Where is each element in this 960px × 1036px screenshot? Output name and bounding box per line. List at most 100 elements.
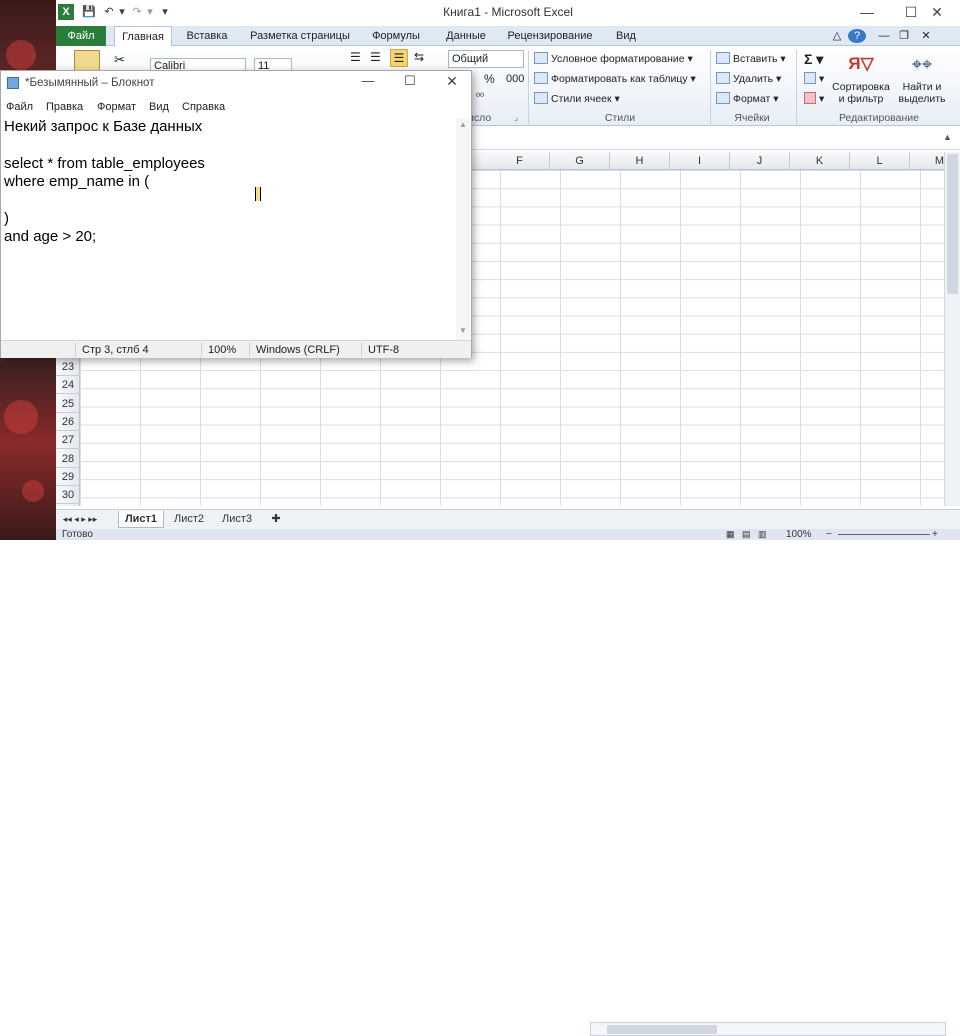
tab-page-layout[interactable]: Разметка страницы [242, 26, 358, 46]
workbook-close-icon[interactable]: ✕ [918, 26, 934, 46]
column-header[interactable]: J [730, 152, 790, 170]
expand-formula-bar-icon[interactable]: ▲ [943, 132, 952, 142]
tab-formulas[interactable]: Формулы [364, 26, 428, 46]
ribbon-tabs: Файл Главная Вставка Разметка страницы Ф… [56, 26, 960, 47]
zoom-level[interactable]: 100% [786, 529, 812, 540]
sort-filter-button[interactable]: Я▽ Сортировка и фильтр [830, 50, 892, 105]
scroll-down-icon[interactable]: ▼ [459, 326, 467, 335]
view-layout-icon[interactable]: ▤ [742, 529, 751, 540]
column-header[interactable]: K [790, 152, 850, 170]
column-header[interactable]: L [850, 152, 910, 170]
binoculars-icon: ⌖⌖ [911, 54, 933, 74]
tab-view[interactable]: Вид [602, 26, 650, 46]
row-header[interactable]: 26 [56, 413, 80, 431]
conditional-formatting-label: Условное форматирование [551, 53, 685, 65]
minimize-button[interactable]: — [844, 0, 890, 26]
format-as-table-button[interactable]: Форматировать как таблицу ▾ [534, 70, 696, 88]
row-header[interactable]: 24 [56, 376, 80, 395]
cell-styles-button[interactable]: Стили ячеек ▾ [534, 90, 620, 108]
ribbon-minimize-icon[interactable]: — [876, 26, 892, 46]
ribbon-restore-icon[interactable]: ❐ [896, 26, 912, 46]
align-bottom-icon[interactable]: ☰ [390, 49, 408, 67]
notepad-maximize-button[interactable]: ☐ [395, 73, 425, 93]
separator [528, 50, 529, 124]
cut-icon[interactable]: ✂ [114, 52, 125, 68]
window-title: Книга1 - Microsoft Excel [443, 5, 573, 19]
clear-button[interactable]: ▾ [804, 90, 824, 108]
row-header[interactable]: 28 [56, 450, 80, 468]
column-header[interactable]: I [670, 152, 730, 170]
find-select-button[interactable]: ⌖⌖ Найти и выделить [894, 50, 950, 105]
column-header[interactable]: G [550, 152, 610, 170]
autosum-button[interactable]: Σ ▾ [804, 50, 823, 68]
notepad-text-area[interactable]: Некий запрос к Базе данных select * from… [4, 118, 454, 338]
tab-review[interactable]: Рецензирование [504, 26, 596, 46]
vertical-scrollbar[interactable] [944, 152, 960, 506]
number-dialog-launcher-icon[interactable]: ⌟ [514, 112, 518, 123]
horizontal-scroll-thumb[interactable] [607, 1025, 717, 1034]
format-cells-button[interactable]: Формат ▾ [716, 90, 779, 108]
row-header[interactable]: 23 [56, 358, 80, 376]
number-format-select[interactable]: Общий [448, 50, 524, 68]
zoom-slider[interactable] [838, 534, 930, 535]
status-ready: Готово [62, 529, 93, 540]
column-header[interactable]: F [490, 152, 550, 170]
menu-view[interactable]: Вид [149, 101, 169, 113]
ribbon-collapse-icon[interactable]: △ [830, 26, 844, 46]
view-normal-icon[interactable]: ▦ [726, 529, 735, 540]
sheet-nav-arrows-icon[interactable]: ◂◂ ◂ ▸ ▸▸ [60, 511, 100, 528]
separator [710, 50, 711, 124]
autosum-icon: Σ [804, 51, 813, 67]
sheet-tab-3[interactable]: Лист3 [214, 511, 260, 528]
row-header[interactable]: 25 [56, 395, 80, 413]
menu-edit[interactable]: Правка [46, 101, 83, 113]
notepad-minimize-button[interactable]: — [353, 73, 383, 93]
wrap-text-icon[interactable]: ⇆ [414, 50, 424, 64]
view-pagebreak-icon[interactable]: ▥ [758, 529, 767, 540]
delete-cells-button[interactable]: Удалить ▾ [716, 70, 781, 88]
help-icon[interactable]: ? [848, 29, 866, 43]
row-header[interactable]: 30 [56, 486, 80, 505]
tab-insert[interactable]: Вставка [178, 26, 236, 46]
notepad-close-button[interactable]: ✕ [437, 73, 467, 93]
menu-help[interactable]: Справка [182, 101, 225, 113]
close-button[interactable]: ✕ [914, 0, 960, 26]
notepad-menu-bar: Файл Правка Формат Вид Справка [1, 99, 471, 117]
row-header[interactable]: 29 [56, 468, 80, 486]
sheet-tab-1[interactable]: Лист1 [118, 511, 164, 528]
cell-styles-label: Стили ячеек [551, 93, 612, 105]
notepad-title: *Безымянный – Блокнот [25, 77, 155, 89]
menu-format[interactable]: Формат [97, 101, 136, 113]
thousands-button[interactable]: 000 [506, 73, 524, 85]
vertical-scroll-thumb[interactable] [947, 154, 958, 294]
conditional-formatting-button[interactable]: Условное форматирование ▾ [534, 50, 693, 68]
sort-filter-icon: Я▽ [848, 54, 874, 73]
insert-cells-button[interactable]: Вставить ▾ [716, 50, 786, 68]
notepad-vertical-scrollbar[interactable]: ▲ ▼ [456, 118, 470, 340]
group-styles-label: Стили [604, 112, 636, 124]
zoom-out-icon[interactable]: − [826, 529, 832, 540]
percent-button[interactable]: % [484, 72, 495, 86]
decimal-icon[interactable]: ⁰⁰ [476, 92, 484, 103]
group-editing-label: Редактирование [839, 112, 919, 124]
menu-file[interactable]: Файл [6, 101, 33, 113]
sheet-tab-2[interactable]: Лист2 [166, 511, 212, 528]
scroll-up-icon[interactable]: ▲ [459, 120, 467, 129]
align-top-icon[interactable]: ☰ [350, 50, 361, 64]
column-header[interactable]: H [610, 152, 670, 170]
line-endings: Windows (CRLF) [249, 343, 357, 357]
row-header[interactable]: 27 [56, 431, 80, 450]
align-middle-icon[interactable]: ☰ [370, 50, 381, 64]
new-sheet-icon[interactable]: ✚ [266, 511, 286, 528]
tab-file[interactable]: Файл [56, 26, 106, 46]
tab-data[interactable]: Данные [434, 26, 498, 46]
group-number-label: исло [468, 112, 492, 124]
zoom-in-icon[interactable]: + [932, 529, 938, 540]
find-select-label: Найти и выделить [898, 81, 946, 105]
fill-button[interactable]: ▾ [804, 70, 824, 88]
notepad-zoom: 100% [201, 343, 247, 357]
format-cells-label: Формат [733, 93, 771, 105]
tab-home[interactable]: Главная [114, 26, 172, 47]
text-cursor-icon [255, 187, 261, 201]
horizontal-scrollbar[interactable] [590, 1022, 946, 1036]
